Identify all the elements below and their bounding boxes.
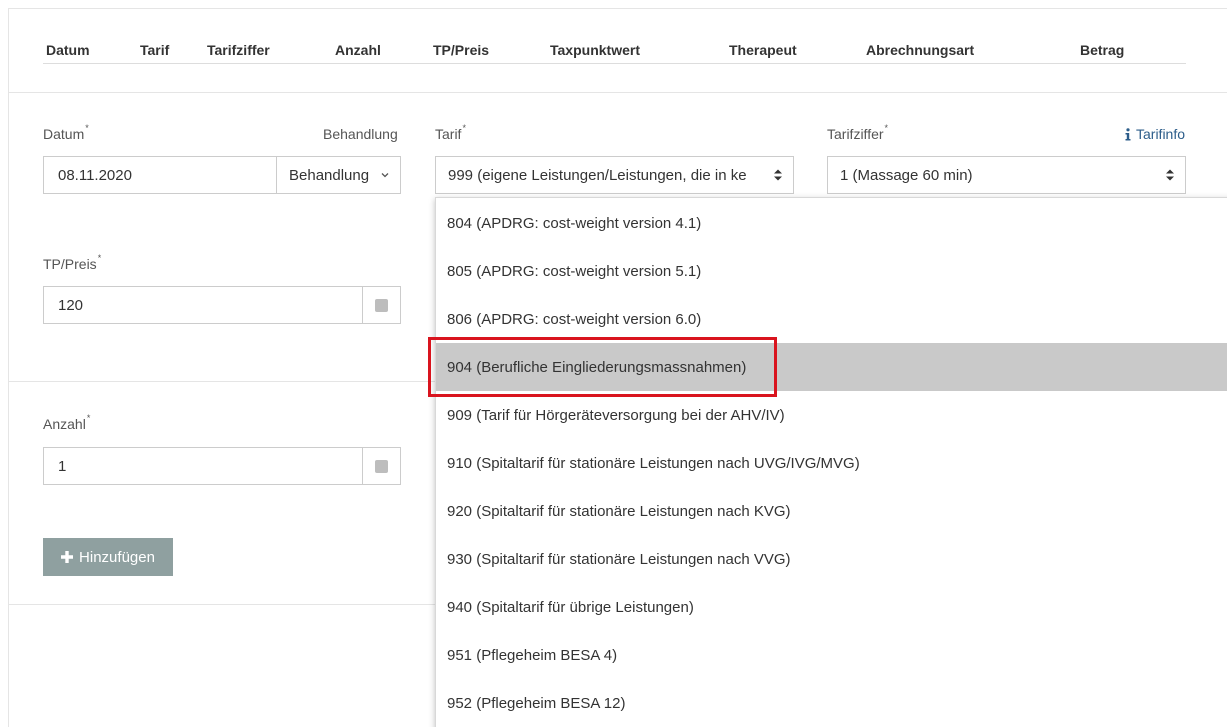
column-header-tarif[interactable]: Tarif xyxy=(140,42,169,58)
datum-label-text: Datum xyxy=(43,126,85,142)
tarif-dropdown-list[interactable]: 804 (APDRG: cost-weight version 4.1) 805… xyxy=(435,197,1227,727)
required-mark: * xyxy=(884,123,889,133)
tarif-value: 999 (eigene Leistungen/Leistungen, die i… xyxy=(448,166,747,184)
tarifinfo-link[interactable]: Tarifinfo xyxy=(1124,126,1185,142)
column-header-tarifziffer[interactable]: Tarifziffer xyxy=(207,42,270,58)
datum-value: 08.11.2020 xyxy=(58,166,132,184)
add-button-label: Hinzufügen xyxy=(79,548,155,566)
required-mark: * xyxy=(86,413,91,423)
column-header-abrechnungsart[interactable]: Abrechnungsart xyxy=(866,42,974,58)
column-header-therapeut[interactable]: Therapeut xyxy=(729,42,797,58)
plus-icon xyxy=(61,551,74,563)
dropdown-option[interactable]: 952 (Pflegeheim BESA 12) xyxy=(436,679,1227,727)
column-header-anzahl[interactable]: Anzahl xyxy=(335,42,381,58)
tp-preis-toggle[interactable] xyxy=(362,286,401,324)
dropdown-option[interactable]: 804 (APDRG: cost-weight version 4.1) xyxy=(436,199,1227,247)
anzahl-toggle[interactable] xyxy=(362,447,401,485)
highlight-annotation xyxy=(428,337,777,397)
dropdown-option[interactable]: 940 (Spitaltarif für übrige Leistungen) xyxy=(436,583,1227,631)
dropdown-option[interactable]: 930 (Spitaltarif für stationäre Leistung… xyxy=(436,535,1227,583)
required-mark: * xyxy=(85,123,89,133)
dropdown-option[interactable]: 909 (Tarif für Hörgeräteversorgung bei d… xyxy=(436,391,1227,439)
column-header-betrag[interactable]: Betrag xyxy=(1080,42,1124,58)
dropdown-option[interactable]: 910 (Spitaltarif für stationäre Leistung… xyxy=(436,439,1227,487)
dropdown-option[interactable]: 951 (Pflegeheim BESA 4) xyxy=(436,631,1227,679)
tarifziffer-select[interactable]: 1 (Massage 60 min) xyxy=(827,156,1186,194)
dropdown-option[interactable]: 806 (APDRG: cost-weight version 6.0) xyxy=(436,295,1227,343)
behandlung-label: Behandlung xyxy=(323,126,398,142)
tarifziffer-value: 1 (Massage 60 min) xyxy=(840,166,973,184)
chevron-down-icon xyxy=(380,170,400,180)
anzahl-label: Anzahl* xyxy=(43,413,91,432)
header-underline xyxy=(43,63,1186,64)
datum-label: Datum* xyxy=(43,123,89,142)
required-mark: * xyxy=(97,253,102,263)
dropdown-option[interactable]: 805 (APDRG: cost-weight version 5.1) xyxy=(436,247,1227,295)
tp-preis-label: TP/Preis* xyxy=(43,253,102,272)
tarif-select[interactable]: 999 (eigene Leistungen/Leistungen, die i… xyxy=(435,156,794,194)
square-icon xyxy=(375,459,388,473)
behandlung-select[interactable]: Behandlung xyxy=(276,156,401,194)
column-header-datum[interactable]: Datum xyxy=(46,42,90,58)
required-mark: * xyxy=(462,123,466,133)
tarif-label-text: Tarif xyxy=(435,126,462,142)
select-arrows-icon xyxy=(763,157,793,193)
tarifinfo-label: Tarifinfo xyxy=(1136,126,1186,142)
column-header-taxpunktwert[interactable]: Taxpunktwert xyxy=(550,42,640,58)
tarif-label: Tarif* xyxy=(435,123,466,142)
square-icon xyxy=(375,298,388,312)
add-button[interactable]: Hinzufügen xyxy=(43,538,173,576)
anzahl-label-text: Anzahl xyxy=(43,416,86,432)
column-header-tp-preis[interactable]: TP/Preis xyxy=(433,42,489,58)
anzahl-value: 1 xyxy=(58,457,67,475)
tarifziffer-label: Tarifziffer* xyxy=(827,123,889,142)
behandlung-value: Behandlung xyxy=(289,166,370,184)
tp-preis-label-text: TP/Preis xyxy=(43,256,97,272)
info-icon xyxy=(1124,127,1132,141)
tp-preis-value: 120 xyxy=(58,296,84,314)
select-arrows-icon xyxy=(1155,157,1185,193)
tp-preis-input[interactable]: 120 xyxy=(43,286,363,324)
datum-input[interactable]: 08.11.2020 xyxy=(43,156,278,194)
divider xyxy=(8,92,1227,93)
dropdown-option[interactable]: 920 (Spitaltarif für stationäre Leistung… xyxy=(436,487,1227,535)
anzahl-input[interactable]: 1 xyxy=(43,447,363,485)
tarifziffer-label-text: Tarifziffer xyxy=(827,126,884,142)
